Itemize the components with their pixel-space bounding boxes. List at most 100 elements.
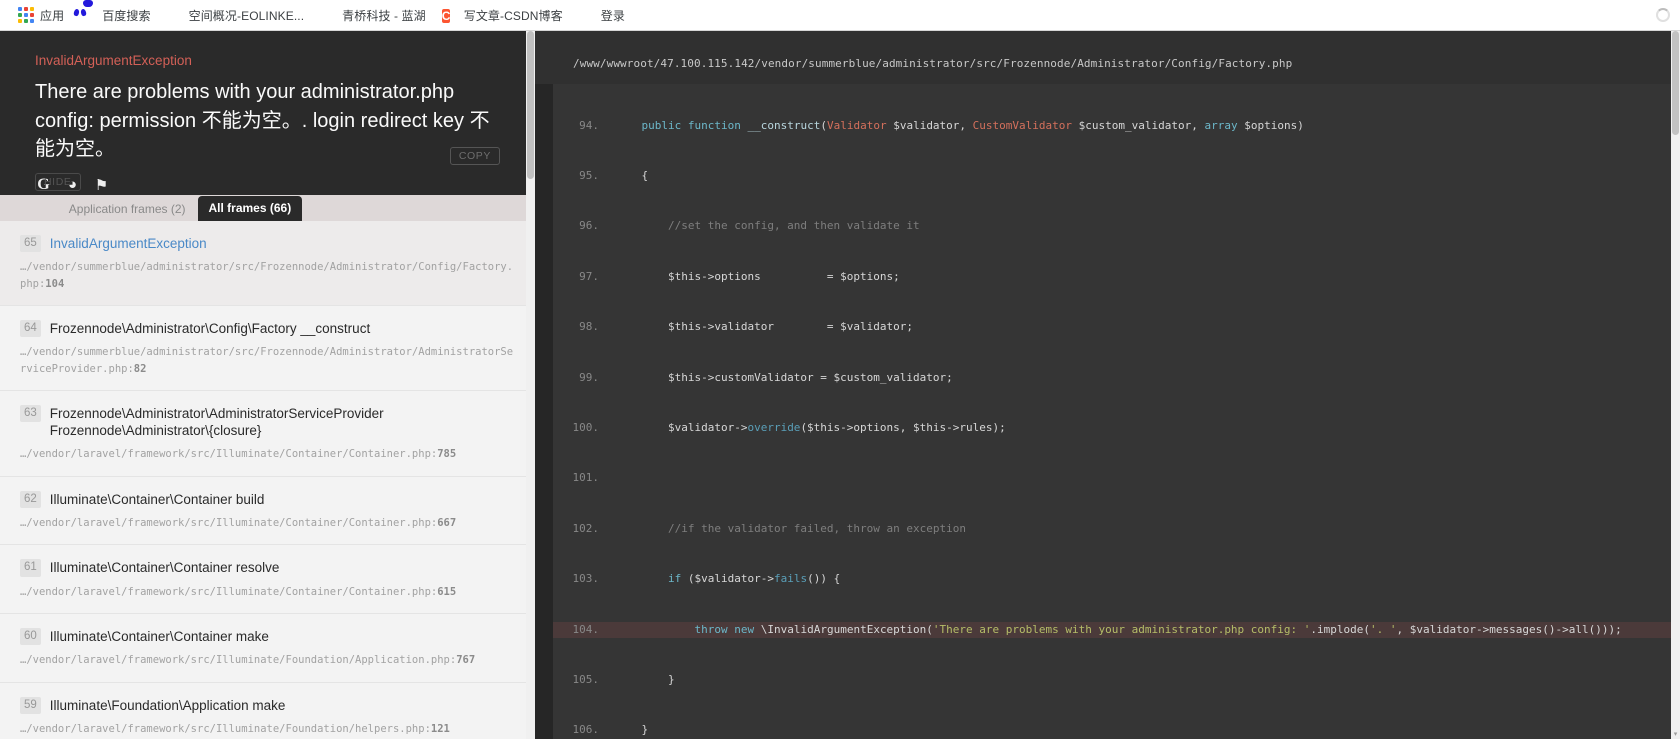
frame-file-line: 785 [437,448,457,461]
table-row[interactable]: 61 Illuminate\Container\Container resolv… [0,545,535,614]
frame-header: 65 InvalidArgumentException [20,235,515,253]
right-panel-scrollbar[interactable]: ▾ [1671,31,1680,739]
bookmark-apps[interactable]: 应用 [12,4,72,27]
frame-file: …/vendor/laravel/framework/src/Illuminat… [20,515,515,531]
frame-header: 60 Illuminate\Container\Container make [20,627,515,646]
code-line: 98. $this->validator = $validator; [553,319,1680,336]
frame-function: Illuminate\Container\Container build [49,491,265,507]
code-line-number: 97. [579,269,599,283]
frame-header: 62 Illuminate\Container\Container build [20,490,515,508]
frame-file: …/vendor/laravel/framework/src/Illuminat… [20,584,515,600]
code-line: 106. } [553,722,1680,739]
globe-icon [579,7,595,23]
code-line: 101. [553,470,1680,487]
code-line: 103. if ($validator->fails()) { [553,571,1680,588]
frame-file-line: 82 [133,362,147,375]
table-row[interactable]: 60 Illuminate\Container\Container make …… [0,613,535,683]
code-line-text: } [615,723,649,737]
frame-file-line: 121 [430,722,450,735]
frame-header: 64 Frozennode\Administrator\Config\Facto… [20,319,515,338]
frame-file: …/vendor/laravel/framework/src/Illuminat… [20,446,515,462]
frame-function: Illuminate\Container\Container make [49,628,269,644]
code-line-text: $this->customValidator = $custom_validat… [615,370,953,384]
frame-index: 63 [20,404,41,423]
hide-button[interactable]: HIDE [35,173,81,191]
code-line-text: $validator->override($this->options, $th… [615,420,1006,434]
code-line-text: $this->options = $options; [615,269,900,283]
frame-file-line: 767 [456,654,476,667]
code-line-number: 105. [572,672,600,686]
exception-message: There are problems with your administrat… [35,81,490,160]
frame-index: 65 [20,235,41,253]
frames-tabs: Application frames (2) All frames (66) [0,195,535,221]
code-line-highlighted: 104. throw new \InvalidArgumentException… [553,621,1680,639]
code-line: 102. //if the validator failed, throw an… [553,521,1680,538]
frame-file-line: 615 [437,585,457,598]
frame-index: 64 [20,319,41,338]
code-line: 99. $this->customValidator = $custom_val… [553,370,1680,387]
browser-bookmarks-bar: 应用 百度搜索 空间概况-EOLINKE... 青桥科技 - 蓝湖 C 写文章-… [0,0,1680,31]
frame-file-path: …/vendor/laravel/framework/src/Illuminat… [20,448,438,461]
frame-file-line: 667 [437,516,457,529]
whoops-error-page: InvalidArgumentException There are probl… [0,31,1680,739]
frame-code-block: /www/wwwroot/47.100.115.142/vendor/summe… [535,31,1680,739]
frame-file-path: …/vendor/summerblue/administrator/src/Fr… [20,346,514,375]
code-line-number: 96. [579,219,599,233]
code-line-text: $this->validator = $validator; [615,320,914,334]
code-file-path: /www/wwwroot/47.100.115.142/vendor/summe… [573,57,1293,70]
bookmark-label: 应用 [40,8,65,23]
chevron-down-icon[interactable]: ▾ [1672,731,1679,739]
right-panel: /www/wwwroot/47.100.115.142/vendor/summe… [535,31,1680,739]
scrollbar-thumb[interactable] [1672,31,1679,135]
code-line-number: 98. [579,320,599,334]
code-line-text: if ($validator->fails()) { [667,572,841,586]
bookmark-lanhu[interactable]: 青桥科技 - 蓝湖 [314,4,434,27]
table-row[interactable]: 64 Frozennode\Administrator\Config\Facto… [0,305,535,391]
lanhu-icon [320,7,336,23]
bookmark-eolinker[interactable]: 空间概况-EOLINKE... [161,4,313,27]
bookmark-csdn[interactable]: C 写文章-CSDN博客 [436,4,571,27]
bookmark-login[interactable]: 登录 [573,4,633,27]
frame-file-path: …/vendor/summerblue/administrator/src/Fr… [20,261,514,290]
table-row[interactable]: 62 Illuminate\Container\Container build … [0,476,535,546]
copy-button[interactable]: COPY [449,147,500,165]
tab-application-frames[interactable]: Application frames (2) [57,198,198,221]
bookmark-label: 写文章-CSDN博客 [463,8,563,23]
bookmark-baidu-search[interactable]: 百度搜索 [74,0,158,27]
bookmark-label: 空间概况-EOLINKE... [188,8,305,23]
stack-frames-list[interactable]: 65 InvalidArgumentException …/vendor/sum… [0,221,535,739]
frame-file-path: …/vendor/laravel/framework/src/Illuminat… [20,516,438,529]
stackoverflow-search-icon[interactable]: ⚑ [93,176,110,194]
frame-file-line: 104 [45,277,65,290]
frame-function: Frozennode\Administrator\Config\Factory … [49,320,371,336]
frame-index: 61 [20,559,41,577]
eolinker-icon [167,7,183,23]
bookmark-label: 青桥科技 - 蓝湖 [342,8,426,23]
frame-function: InvalidArgumentException [49,236,207,251]
code-line: 105. } [553,672,1680,689]
table-row[interactable]: 63 Frozennode\Administrator\Administrato… [0,390,535,477]
tab-all-frames[interactable]: All frames (66) [197,196,303,221]
baidu-icon [80,0,96,23]
table-row[interactable]: 65 InvalidArgumentException …/vendor/sum… [0,221,535,306]
code-line: 95. { [553,168,1680,185]
code-line-number: 106. [572,723,600,737]
frame-index: 62 [20,490,41,508]
frame-index: 60 [20,627,41,646]
code-line: 96. //set the config, and then validate … [553,218,1680,235]
spinner-icon [1656,8,1670,22]
bookmark-label: 百度搜索 [102,8,151,23]
scrollbar-thumb[interactable] [527,31,534,179]
frame-function: Frozennode\Administrator\AdministratorSe… [49,405,384,439]
frame-file: …/vendor/laravel/framework/src/Illuminat… [20,652,515,668]
left-panel-scrollbar[interactable] [526,31,535,739]
table-row[interactable]: 59 Illuminate\Foundation\Application mak… [0,682,535,739]
frame-file-path: …/vendor/laravel/framework/src/Illuminat… [20,654,457,667]
code-line-number: 104. [572,622,600,636]
csdn-icon: C [441,7,458,23]
code-line-text: { [615,168,649,182]
code-line-number: 102. [572,521,600,535]
frame-header: 61 Illuminate\Container\Container resolv… [20,559,515,577]
bookmark-label: 登录 [600,8,625,23]
